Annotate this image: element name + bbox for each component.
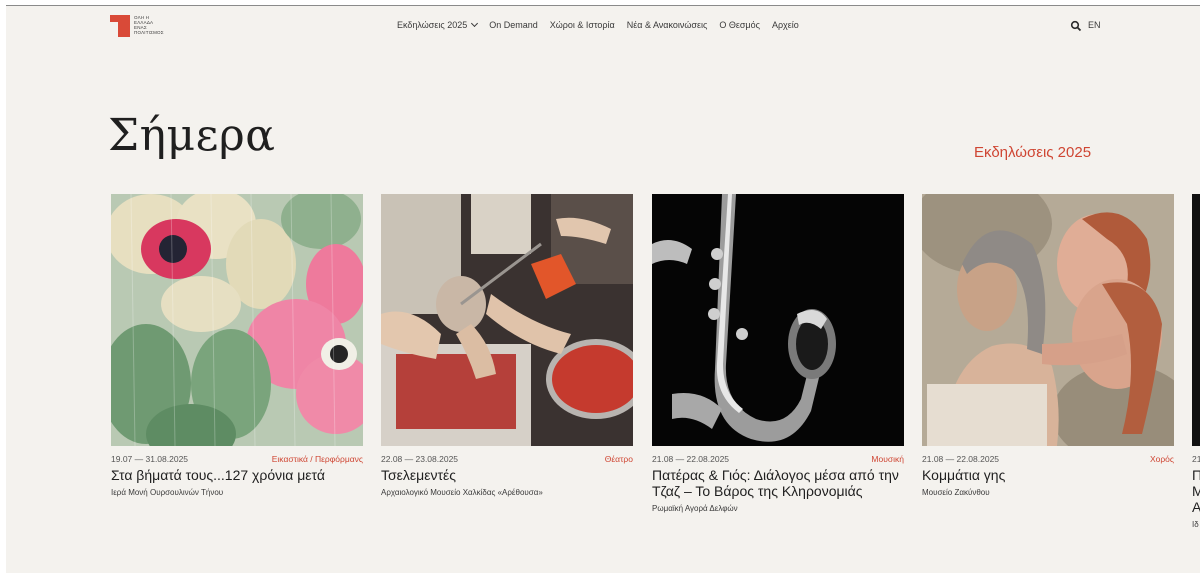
nav-item-places-history[interactable]: Χώροι & Ιστορία — [550, 20, 615, 30]
event-title[interactable]: Τσελεμεντές — [381, 467, 633, 483]
event-meta: 21.08 — 22.08.2025 Μουσική — [652, 454, 904, 464]
main-nav: Εκδηλώσεις 2025 On Demand Χώροι & Ιστορί… — [397, 19, 811, 30]
event-meta: 19.07 — 31.08.2025 Εικαστικά / Περφόρμαν… — [111, 454, 363, 464]
event-category[interactable]: Θέατρο — [605, 454, 633, 464]
event-image-cooking — [381, 194, 633, 446]
event-date: 22.08 — 23.08.2025 — [381, 454, 459, 464]
nav-label: Εκδηλώσεις 2025 — [397, 20, 468, 30]
event-meta: 21 — [1192, 454, 1200, 464]
event-image-saxophone — [652, 194, 904, 446]
search-icon[interactable] — [1070, 20, 1082, 32]
event-venue: Αρχαιολογικό Μουσείο Χαλκίδας «Αρέθουσα» — [381, 488, 543, 497]
event-image-dancers — [922, 194, 1174, 446]
event-image-weaving — [111, 194, 363, 446]
event-category[interactable]: Χορός — [1150, 454, 1174, 464]
event-venue: Μουσείο Ζακύνθου — [922, 488, 990, 497]
event-date: 21.08 — 22.08.2025 — [922, 454, 1000, 464]
event-title[interactable]: Π Μ Α — [1192, 467, 1200, 515]
event-venue: Ιερά Μονή Ουρσουλινών Τήνου — [111, 488, 224, 497]
nav-item-institution[interactable]: Ο Θεσμός — [719, 20, 760, 30]
event-card[interactable]: 22.08 — 23.08.2025 Θέατρο Τσελεμεντές Αρ… — [381, 194, 633, 497]
event-category[interactable]: Μουσική — [871, 454, 904, 464]
event-meta: 21.08 — 22.08.2025 Χορός — [922, 454, 1174, 464]
page: ΟΛΗ Η ΕΛΛΑΔΑ ΕΝΑΣ ΠΟΛΙΤΙΣΜΟΣ Εκδηλώσεις … — [6, 5, 1200, 573]
event-title[interactable]: Στα βήματά τους...127 χρόνια μετά — [111, 467, 363, 483]
event-category[interactable]: Εικαστικά / Περφόρμανς — [272, 454, 363, 464]
event-date: 21.08 — 22.08.2025 — [652, 454, 730, 464]
event-meta: 22.08 — 23.08.2025 Θέατρο — [381, 454, 633, 464]
nav-item-archive[interactable]: Αρχείο — [772, 20, 799, 30]
event-card[interactable]: 21 Π Μ Α Ιδ — [1192, 194, 1200, 529]
event-image-partial — [1192, 194, 1200, 446]
event-card[interactable]: 21.08 — 22.08.2025 Χορός Κομμάτια γης Μο… — [922, 194, 1174, 497]
event-card[interactable]: 21.08 — 22.08.2025 Μουσική Πατέρας & Γιό… — [652, 194, 904, 513]
events-2025-link[interactable]: Εκδηλώσεις 2025 — [974, 144, 1091, 161]
event-date: 19.07 — 31.08.2025 — [111, 454, 189, 464]
event-venue: Ιδ — [1192, 520, 1199, 529]
nav-item-on-demand[interactable]: On Demand — [489, 20, 538, 30]
logo-line: ΠΟΛΙΤΙΣΜΟΣ — [134, 30, 164, 35]
nav-item-news[interactable]: Νέα & Ανακοινώσεις — [627, 20, 708, 30]
chevron-down-icon — [471, 19, 479, 28]
event-venue: Ρωμαϊκή Αγορά Δελφών — [652, 504, 738, 513]
event-title[interactable]: Κομμάτια γης — [922, 467, 1174, 483]
event-date: 21 — [1192, 454, 1200, 464]
language-switch[interactable]: EN — [1088, 20, 1101, 30]
logo-mark-icon — [110, 15, 130, 37]
nav-item-events-2025[interactable]: Εκδηλώσεις 2025 — [397, 19, 479, 30]
page-title: Σήμερα — [108, 110, 276, 161]
event-card[interactable]: 19.07 — 31.08.2025 Εικαστικά / Περφόρμαν… — [111, 194, 363, 497]
logo-text: ΟΛΗ Η ΕΛΛΑΔΑ ΕΝΑΣ ΠΟΛΙΤΙΣΜΟΣ — [134, 15, 164, 35]
site-logo[interactable]: ΟΛΗ Η ΕΛΛΑΔΑ ΕΝΑΣ ΠΟΛΙΤΙΣΜΟΣ — [110, 15, 164, 37]
event-title[interactable]: Πατέρας & Γιός: Διάλογος μέσα από την Τζ… — [652, 467, 904, 499]
